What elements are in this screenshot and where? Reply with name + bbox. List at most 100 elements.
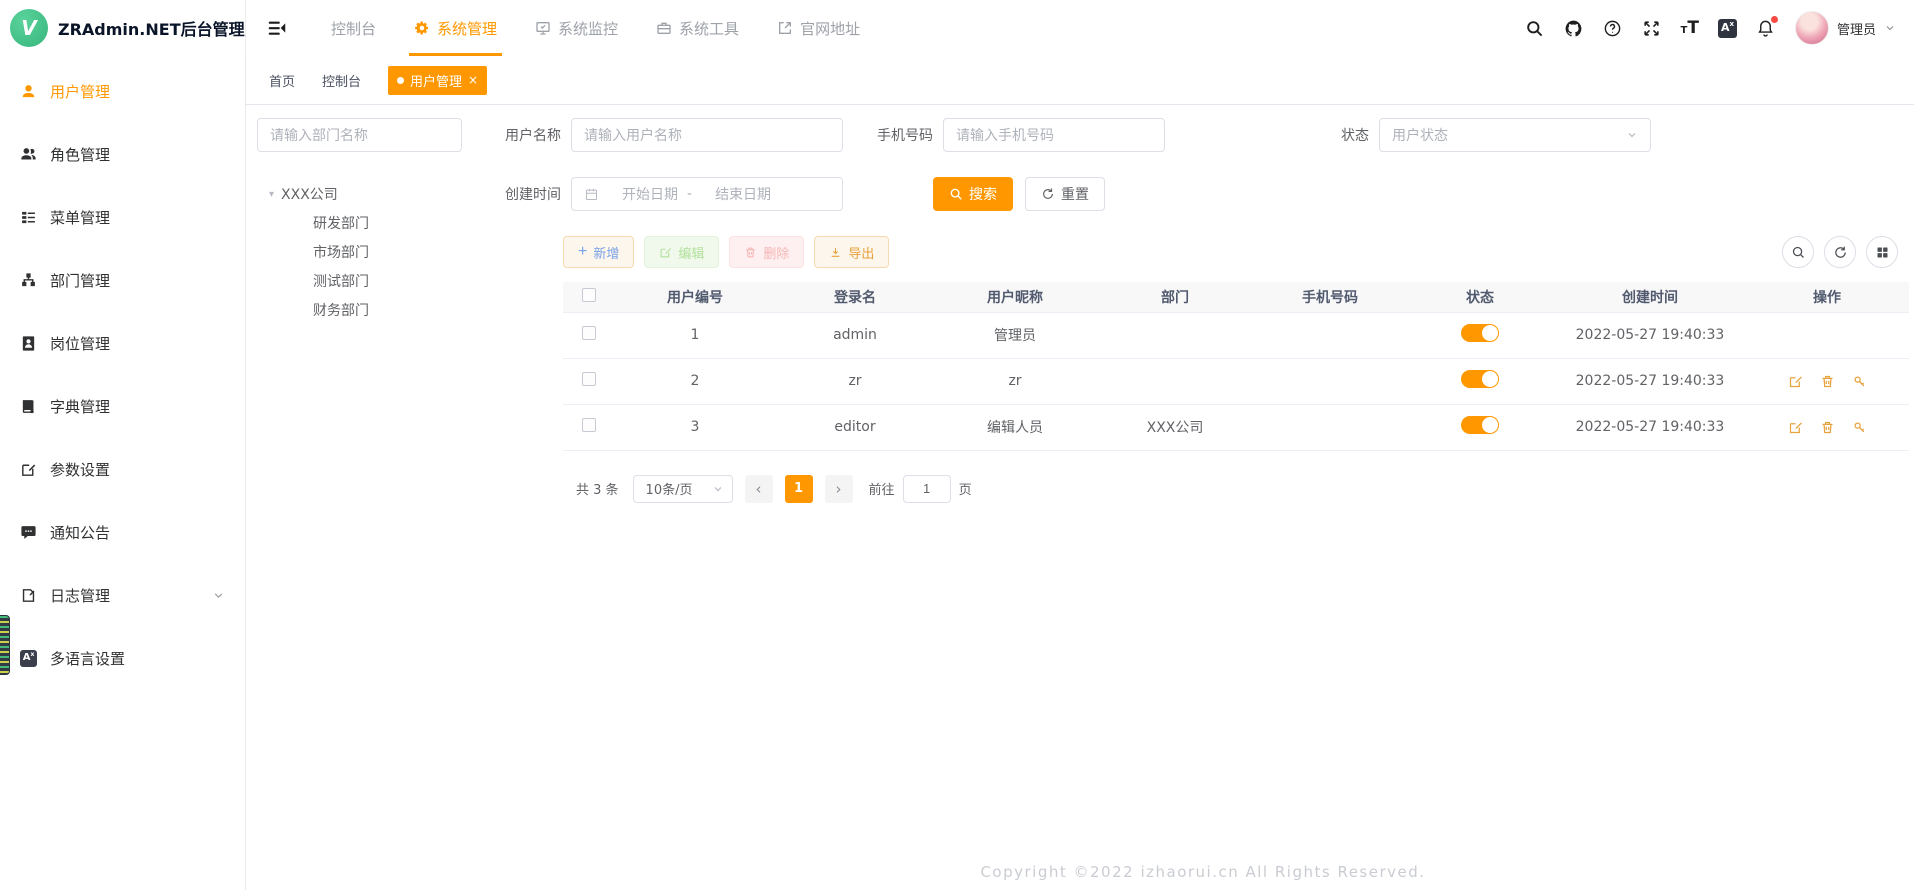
sidebar-item-label: 日志管理: [50, 585, 110, 606]
tab-console[interactable]: 控制台: [322, 71, 361, 90]
tab-label: 用户管理: [410, 71, 462, 90]
column-header-dept: 部门: [1095, 282, 1255, 312]
tree-node-company[interactable]: ▾ XXX公司: [257, 178, 462, 210]
filter-row-2: 创建时间 开始日期 - 结束日期 搜索 重置: [493, 177, 1898, 211]
chevron-down-icon: [1884, 22, 1896, 34]
table-columns-button[interactable]: [1866, 236, 1898, 268]
export-button[interactable]: 导出: [814, 236, 889, 268]
sidebar-item-logs[interactable]: 日志管理: [0, 564, 245, 627]
cell-nick: 编辑人员: [935, 404, 1095, 450]
github-icon[interactable]: [1564, 18, 1584, 38]
close-tab-icon[interactable]: ×: [468, 74, 478, 86]
sidebar-item-users[interactable]: 用户管理: [0, 60, 245, 123]
cell-created: 2022-05-27 19:40:33: [1555, 404, 1745, 450]
row-edit-icon[interactable]: [1788, 374, 1803, 389]
status-toggle[interactable]: [1461, 324, 1499, 342]
page-content: ▾ XXX公司 研发部门 市场部门 测试部门 财务部门 用户名称 手机号码: [246, 105, 1914, 890]
reset-button[interactable]: 重置: [1025, 177, 1105, 211]
user-menu[interactable]: 管理员: [1795, 11, 1896, 45]
row-checkbox[interactable]: [582, 372, 596, 386]
phone-input[interactable]: [943, 118, 1165, 152]
column-header-nick: 用户昵称: [935, 282, 1095, 312]
date-range-picker[interactable]: 开始日期 - 结束日期: [571, 177, 843, 211]
delete-button[interactable]: 删除: [729, 236, 804, 268]
username-input[interactable]: [571, 118, 843, 152]
sidebar-item-parameters[interactable]: 参数设置: [0, 438, 245, 501]
row-edit-icon[interactable]: [1788, 420, 1803, 435]
table-search-toggle-button[interactable]: [1782, 236, 1814, 268]
cell-phone: [1255, 404, 1405, 450]
tab-home[interactable]: 首页: [269, 71, 295, 90]
floating-widget[interactable]: [0, 615, 10, 675]
cell-nick: 管理员: [935, 312, 1095, 358]
tree-node-dept[interactable]: 研发部门: [257, 210, 462, 239]
nav-item-system-tools[interactable]: 系统工具: [637, 0, 758, 56]
nav-item-console[interactable]: 控制台: [312, 0, 395, 56]
sidebar-item-notices[interactable]: 通知公告: [0, 501, 245, 564]
status-select-value: 用户状态: [1392, 125, 1448, 145]
next-page-button[interactable]: ›: [825, 475, 853, 503]
cell-dept: XXX公司: [1095, 404, 1255, 450]
main-area: 控制台 系统管理 系统监控 系统工具 官网地址: [246, 0, 1914, 890]
app-logo[interactable]: V ZRAdmin.NET后台管理: [0, 0, 245, 56]
row-delete-icon[interactable]: [1820, 374, 1835, 389]
users-icon: [20, 146, 37, 163]
nav-label: 系统工具: [679, 18, 739, 39]
tree-caret-icon[interactable]: ▾: [269, 189, 274, 200]
sidebar-item-roles[interactable]: 角色管理: [0, 123, 245, 186]
copyright-text: Copyright ©2022 izhaorui.cn All Rights R…: [980, 863, 1425, 881]
nav-item-official-site[interactable]: 官网地址: [758, 0, 879, 56]
nav-item-system-management[interactable]: 系统管理: [395, 0, 516, 56]
language-switch-icon[interactable]: Ax: [1718, 19, 1737, 38]
row-reset-password-icon[interactable]: [1852, 374, 1867, 389]
sidebar-item-menus[interactable]: 菜单管理: [0, 186, 245, 249]
goto-page-input[interactable]: [903, 475, 951, 503]
page-size-value: 10条/页: [646, 479, 693, 498]
fullscreen-icon[interactable]: [1642, 18, 1662, 38]
sidebar-item-departments[interactable]: 部门管理: [0, 249, 245, 312]
department-search-input[interactable]: [257, 118, 462, 152]
page-unit-label: 页: [959, 479, 972, 498]
font-size-icon[interactable]: TT: [1681, 20, 1699, 37]
page-button-1[interactable]: 1: [785, 475, 813, 503]
start-date-placeholder[interactable]: 开始日期: [622, 184, 678, 204]
prev-page-button[interactable]: ‹: [745, 475, 773, 503]
collapse-sidebar-icon[interactable]: [266, 17, 288, 39]
tree-node-dept[interactable]: 财务部门: [257, 297, 462, 326]
page-size-select[interactable]: 10条/页: [633, 475, 733, 503]
tree-node-dept[interactable]: 市场部门: [257, 239, 462, 268]
row-delete-icon[interactable]: [1820, 420, 1835, 435]
row-reset-password-icon[interactable]: [1852, 420, 1867, 435]
add-button[interactable]: + 新增: [563, 236, 634, 268]
cell-dept: [1095, 312, 1255, 358]
user-icon: [20, 83, 37, 100]
cell-user-id: 2: [615, 358, 775, 404]
select-all-checkbox[interactable]: [582, 288, 596, 302]
status-toggle[interactable]: [1461, 370, 1499, 388]
status-toggle[interactable]: [1461, 416, 1499, 434]
filter-row-1: 用户名称 手机号码 状态 用户状态: [493, 118, 1898, 152]
table-refresh-button[interactable]: [1824, 236, 1856, 268]
status-select[interactable]: 用户状态: [1379, 118, 1651, 152]
sidebar-item-languages[interactable]: Ax 多语言设置: [0, 627, 245, 690]
tree-node-dept[interactable]: 测试部门: [257, 268, 462, 297]
sidebar-item-posts[interactable]: 岗位管理: [0, 312, 245, 375]
row-checkbox[interactable]: [582, 326, 596, 340]
help-icon[interactable]: [1603, 18, 1623, 38]
notification-bell-icon[interactable]: [1756, 18, 1776, 38]
menu-tree-icon: [20, 209, 37, 226]
search-button[interactable]: 搜索: [933, 177, 1013, 211]
row-checkbox[interactable]: [582, 418, 596, 432]
download-icon: [829, 246, 842, 259]
tab-user-management[interactable]: 用户管理 ×: [388, 66, 487, 95]
pagination: 共 3 条 10条/页 ‹ 1 › 前往 页: [576, 475, 1898, 503]
edit-button[interactable]: 编辑: [644, 236, 719, 268]
log-document-icon: [20, 587, 37, 604]
department-panel: ▾ XXX公司 研发部门 市场部门 测试部门 财务部门: [257, 118, 462, 326]
nav-item-system-monitor[interactable]: 系统监控: [516, 0, 637, 56]
sidebar-item-label: 多语言设置: [50, 648, 125, 669]
table-row: 1 admin 管理员 2022-05-27 19:40:33: [563, 312, 1909, 358]
end-date-placeholder[interactable]: 结束日期: [715, 184, 771, 204]
search-icon[interactable]: [1525, 18, 1545, 38]
sidebar-item-dictionary[interactable]: 字典管理: [0, 375, 245, 438]
